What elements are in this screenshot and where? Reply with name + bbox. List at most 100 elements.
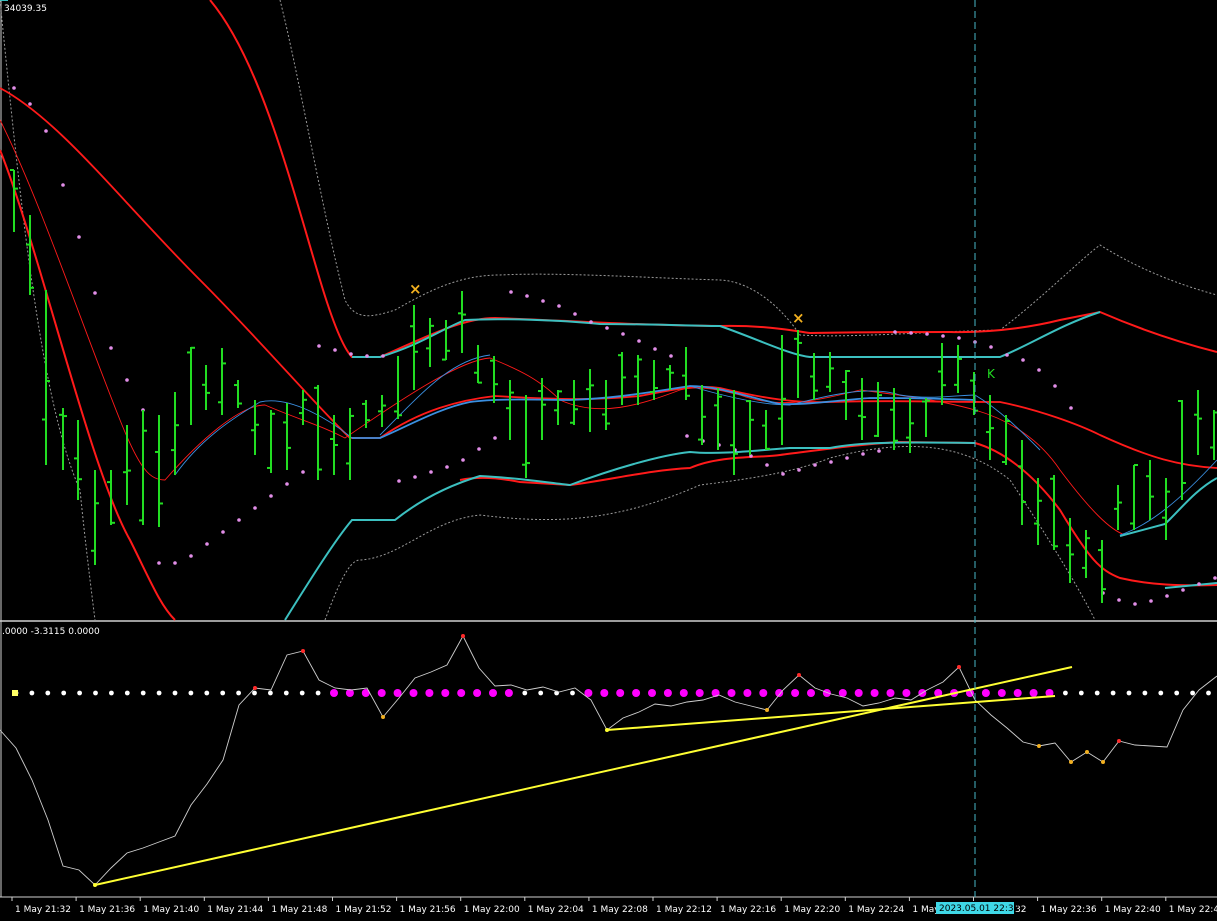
time-axis-label: 1 May 21:44 xyxy=(207,905,263,915)
signal-dot-white xyxy=(1094,690,1100,696)
psar-dot xyxy=(893,330,897,334)
psar-dot xyxy=(493,436,497,440)
psar-dot xyxy=(941,334,945,338)
psar-dot xyxy=(1197,582,1201,586)
psar-dot xyxy=(861,452,865,456)
signal-dot-magenta xyxy=(679,689,688,697)
signal-dot-white xyxy=(1110,690,1116,696)
psar-dot xyxy=(445,465,449,469)
signal-dot-magenta xyxy=(648,689,656,697)
signal-dot-magenta xyxy=(663,689,672,697)
oscillator-point xyxy=(1117,739,1121,743)
signal-dot-white xyxy=(45,690,51,696)
time-axis-label: 1 May 21:40 xyxy=(143,905,199,915)
signal-dot-magenta xyxy=(775,689,784,697)
psar-dot xyxy=(1005,353,1009,357)
square-marker-icon xyxy=(12,690,18,696)
x-cross-icon: × xyxy=(792,309,805,327)
signal-dot-white xyxy=(1142,690,1148,696)
psar-dot xyxy=(877,449,881,453)
main-price-panel[interactable] xyxy=(0,0,1217,620)
crosshair-time-label: 2023.05.01 22:32 xyxy=(939,904,1019,914)
signal-dot-magenta xyxy=(695,689,704,697)
psar-dot xyxy=(381,354,385,358)
signal-dot-white xyxy=(172,690,178,696)
signal-dot-white xyxy=(109,690,114,696)
signal-dot-white xyxy=(140,690,146,696)
time-axis-label: 1 May 22:20 xyxy=(784,905,840,915)
signal-dot-white xyxy=(236,690,242,696)
signal-dot-white xyxy=(522,690,528,696)
signal-dot-white xyxy=(299,690,305,696)
signal-dot-magenta xyxy=(807,689,815,697)
signal-dot-white xyxy=(1190,690,1195,696)
psar-dot xyxy=(125,378,129,382)
signal-dot-magenta xyxy=(600,689,609,697)
psar-dot xyxy=(989,345,993,349)
psar-dot xyxy=(365,354,369,358)
oscillator-point xyxy=(301,649,305,653)
psar-dot xyxy=(285,482,289,486)
oscillator-point xyxy=(797,673,801,677)
signal-dot-white xyxy=(1126,690,1132,696)
signal-dot-magenta xyxy=(1029,689,1038,697)
psar-dot xyxy=(1037,368,1041,372)
oscillator-point xyxy=(1037,744,1041,748)
signal-dot-magenta xyxy=(902,689,911,697)
psar-dot xyxy=(765,463,769,467)
trading-chart-window[interactable]: × × K 34039.35 .0000 -3.3115 0.0000 1 Ma… xyxy=(0,0,1217,921)
psar-dot xyxy=(621,332,625,336)
signal-dot-white xyxy=(77,690,82,696)
signal-dot-white xyxy=(1063,690,1068,696)
psar-dot xyxy=(157,561,161,565)
time-axis-label: 1 May 22:16 xyxy=(720,905,776,915)
psar-dot xyxy=(573,312,577,316)
psar-dot xyxy=(589,320,593,324)
psar-dot xyxy=(477,447,481,451)
psar-dot xyxy=(685,434,689,438)
psar-dot xyxy=(653,347,657,351)
signal-dot-magenta xyxy=(457,689,466,697)
time-axis-labels: 1 May 21:32 1 May 21:36 1 May 21:40 1 May 2… xyxy=(15,905,1217,915)
time-axis-label: 1 May 21:56 xyxy=(400,905,456,915)
oscillator-point xyxy=(253,686,257,690)
signal-dot-white xyxy=(268,690,273,696)
psar-dot xyxy=(12,86,16,90)
psar-dot xyxy=(829,460,833,464)
signal-dot-magenta xyxy=(377,689,386,697)
time-axis-ticks xyxy=(11,897,1167,901)
signal-dot-white xyxy=(252,690,257,696)
psar-dot xyxy=(1165,594,1169,598)
psar-dot xyxy=(781,472,785,476)
psar-dot xyxy=(333,348,337,352)
psar-dot xyxy=(221,530,225,534)
time-axis-label: 1 May 22:04 xyxy=(528,905,584,915)
psar-dot xyxy=(1133,602,1137,606)
signal-dot-magenta xyxy=(409,689,418,697)
signal-dot-white xyxy=(1174,690,1180,696)
psar-dot xyxy=(925,332,929,336)
signal-dot-white xyxy=(204,690,210,696)
signal-dot-magenta xyxy=(616,689,625,697)
psar-dot xyxy=(557,304,561,308)
chart-canvas[interactable]: × × K 34039.35 .0000 -3.3115 0.0000 1 Ma… xyxy=(0,0,1217,921)
oscillator-point xyxy=(1101,760,1105,764)
psar-dot xyxy=(813,463,817,467)
signal-dot-magenta xyxy=(489,689,497,697)
signal-dot-white xyxy=(93,690,98,696)
signal-dot-magenta xyxy=(997,689,1006,697)
signal-dot-magenta xyxy=(473,689,482,697)
signal-dot-magenta xyxy=(330,689,338,697)
oscillator-panel[interactable] xyxy=(0,623,1217,897)
time-axis-label: 1 May 21:36 xyxy=(79,905,135,915)
psar-dot xyxy=(637,339,641,343)
psar-dot xyxy=(957,336,961,340)
x-cross-icon: × xyxy=(409,280,422,298)
signal-dot-magenta xyxy=(1013,689,1022,697)
psar-dot xyxy=(429,470,433,474)
psar-dot xyxy=(669,354,673,358)
signal-dot-magenta xyxy=(822,689,831,697)
signal-dot-white xyxy=(124,690,130,696)
time-axis-label: 1 May 22:00 xyxy=(464,905,520,915)
oscillator-point xyxy=(1069,760,1073,764)
